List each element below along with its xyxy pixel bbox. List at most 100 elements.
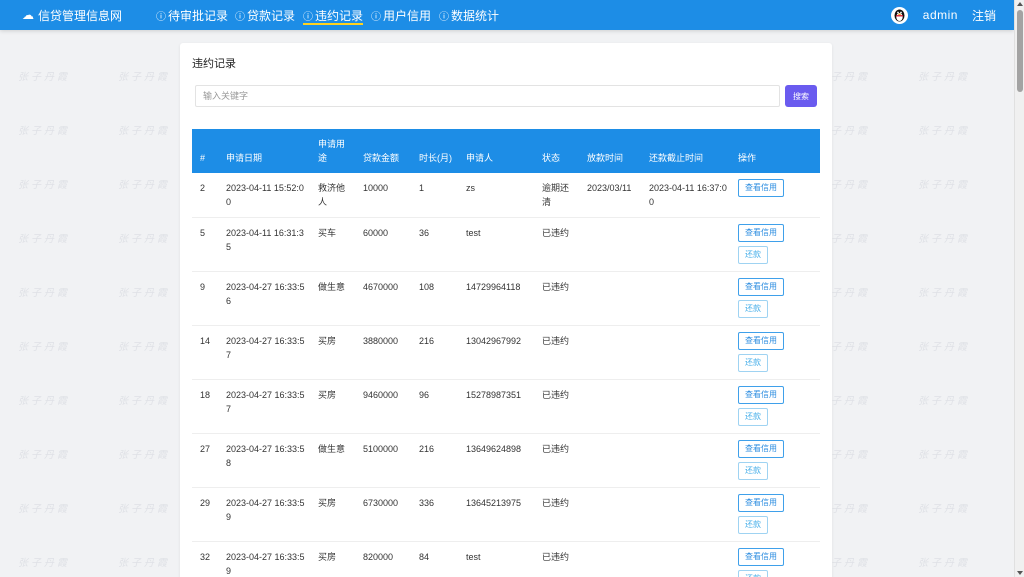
cell-index: 9: [192, 271, 218, 326]
watermark-text: 张子丹霞: [118, 396, 170, 407]
watermark-text: 张子丹霞: [118, 180, 170, 191]
circle-info-icon: ⓘ: [156, 11, 166, 23]
col-header-months: 时长(月): [419, 153, 452, 163]
cell-index: 2: [192, 173, 218, 218]
cell-applicant: 13645213975: [458, 487, 534, 542]
view-credit-button[interactable]: 查看信用: [738, 277, 784, 296]
table-row: 29 2023-04-27 16:33:59 买房 6730000 336 1364521…: [192, 487, 820, 542]
nav-loan-records[interactable]: ⓘ 贷款记录: [235, 0, 295, 30]
watermark-text: 张子丹霞: [18, 342, 70, 353]
cell-index: 27: [192, 433, 218, 488]
cell-loan-time: [579, 541, 641, 577]
watermark-text: 张子丹霞: [918, 342, 970, 353]
table-row: 2 2023-04-11 15:52:00 救济他人 10000 1 zs 逾期还清 2023…: [192, 173, 820, 218]
repay-button[interactable]: 还款: [738, 515, 768, 534]
watermark-text: 张子丹霞: [18, 558, 70, 569]
cell-amount: 4670000: [355, 271, 411, 326]
repay-button[interactable]: 还款: [738, 407, 768, 426]
watermark-text: 张子丹霞: [918, 504, 970, 515]
cell-apply-date: 2023-04-11 16:31:35: [218, 217, 310, 272]
table-row: 32 2023-04-27 16:33:59 买房 820000 84 test 已违约 查看…: [192, 541, 820, 577]
cell-status: 已违约: [534, 487, 579, 542]
cell-purpose: 买房: [310, 487, 355, 542]
nav-statistics[interactable]: ⓘ 数据统计: [439, 0, 499, 30]
table-row: 27 2023-04-27 16:33:58 做生意 5100000 216 136496…: [192, 433, 820, 488]
watermark-text: 张子丹霞: [118, 288, 170, 299]
nav-default-records[interactable]: ⓘ 违约记录: [303, 0, 364, 30]
watermark-text: 张子丹霞: [118, 342, 170, 353]
cell-status: 逾期还清: [534, 173, 579, 218]
repay-button[interactable]: 还款: [738, 461, 768, 480]
view-credit-button[interactable]: 查看信用: [738, 223, 784, 242]
cell-apply-date: 2023-04-27 16:33:58: [218, 433, 310, 488]
cell-status: 已违约: [534, 433, 579, 488]
vertical-scrollbar[interactable]: [1014, 0, 1024, 577]
view-credit-button[interactable]: 查看信用: [738, 493, 784, 512]
nav-pending-approval[interactable]: ⓘ 待审批记录: [156, 0, 228, 30]
cell-apply-date: 2023-04-27 16:33:57: [218, 379, 310, 434]
cell-deadline: [641, 379, 730, 434]
cell-loan-time: [579, 271, 641, 326]
repay-button[interactable]: 还款: [738, 299, 768, 318]
cell-actions: 查看信用还款: [730, 487, 820, 542]
search-input[interactable]: [195, 85, 780, 107]
view-credit-button[interactable]: 查看信用: [738, 331, 784, 350]
nav-user-credit[interactable]: ⓘ 用户信用: [371, 0, 431, 30]
repay-button[interactable]: 还款: [738, 245, 768, 264]
nav-label: 违约记录: [315, 8, 364, 23]
cell-months: 84: [411, 541, 458, 577]
default-records-table: # 申请日期 申请用途 贷款金额 时长(月) 申请人 状态 放款时间 还款截止时…: [192, 129, 820, 577]
cell-apply-date: 2023-04-11 15:52:00: [218, 173, 310, 218]
search-button[interactable]: 搜索: [785, 85, 817, 107]
cell-actions: 查看信用还款: [730, 217, 820, 272]
view-credit-button[interactable]: 查看信用: [738, 439, 784, 458]
scroll-thumb[interactable]: [1017, 10, 1023, 92]
cell-status: 已违约: [534, 325, 579, 380]
circle-info-icon: ⓘ: [371, 11, 381, 23]
view-credit-button[interactable]: 查看信用: [738, 179, 784, 197]
page-title: 违约记录: [192, 58, 236, 70]
watermark-text: 张子丹霞: [918, 180, 970, 191]
username[interactable]: admin: [923, 8, 958, 22]
repay-button[interactable]: 还款: [738, 353, 768, 372]
cell-months: 96: [411, 379, 458, 434]
cell-purpose: 做生意: [310, 433, 355, 488]
circle-info-icon: ⓘ: [303, 11, 313, 23]
repay-button[interactable]: 还款: [738, 569, 768, 577]
logout-link[interactable]: 注销: [972, 7, 996, 24]
col-header-loan-time: 放款时间: [587, 153, 624, 163]
cell-actions: 查看信用还款: [730, 271, 820, 326]
cell-amount: 5100000: [355, 433, 411, 488]
circle-info-icon: ⓘ: [439, 11, 449, 23]
watermark-text: 张子丹霞: [18, 396, 70, 407]
cell-loan-time: 2023/03/11: [579, 173, 641, 218]
watermark-text: 张子丹霞: [918, 558, 970, 569]
scroll-up-arrow-icon[interactable]: [1017, 2, 1023, 6]
cell-months: 108: [411, 271, 458, 326]
watermark-text: 张子丹霞: [118, 450, 170, 461]
brand[interactable]: ☁ 信贷管理信息网: [22, 0, 122, 30]
table-row: 5 2023-04-11 16:31:35 买车 60000 36 test 已违约 查看信用…: [192, 217, 820, 272]
scroll-down-arrow-icon[interactable]: [1017, 571, 1023, 575]
cell-amount: 820000: [355, 541, 411, 577]
watermark-text: 张子丹霞: [118, 504, 170, 515]
view-credit-button[interactable]: 查看信用: [738, 385, 784, 404]
cell-index: 14: [192, 325, 218, 380]
watermark-text: 张子丹霞: [118, 234, 170, 245]
col-header-date: 申请日期: [226, 153, 263, 163]
cell-actions: 查看信用还款: [730, 379, 820, 434]
cell-actions: 查看信用还款: [730, 433, 820, 488]
cell-index: 18: [192, 379, 218, 434]
cell-deadline: [641, 325, 730, 380]
cell-amount: 9460000: [355, 379, 411, 434]
cell-status: 已违约: [534, 379, 579, 434]
watermark-text: 张子丹霞: [18, 504, 70, 515]
nav-label: 数据统计: [451, 8, 500, 23]
cell-deadline: [641, 541, 730, 577]
cell-purpose: 买房: [310, 541, 355, 577]
cell-amount: 10000: [355, 173, 411, 218]
avatar[interactable]: [890, 6, 908, 24]
cell-apply-date: 2023-04-27 16:33:56: [218, 271, 310, 326]
col-header-deadline: 还款截止时间: [649, 153, 704, 163]
view-credit-button[interactable]: 查看信用: [738, 547, 784, 566]
